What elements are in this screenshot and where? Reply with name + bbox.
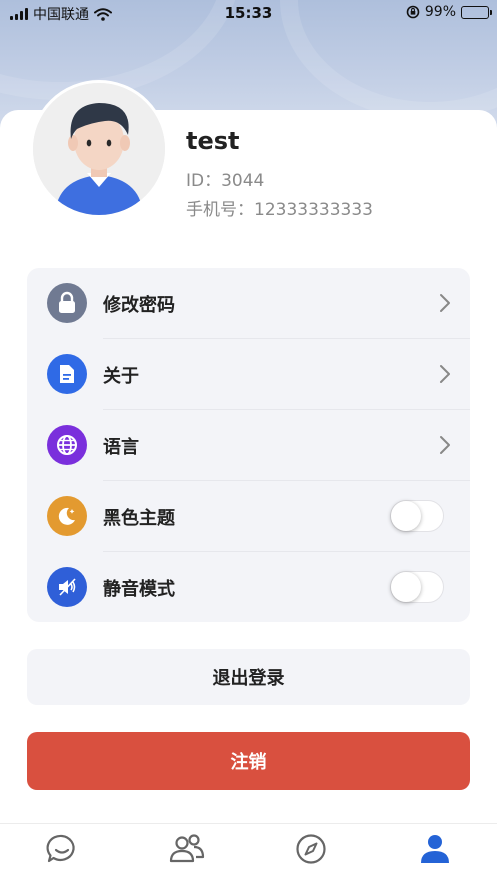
chevron-right-icon — [440, 436, 450, 454]
user-id: ID：3044 — [186, 171, 265, 191]
globe-icon — [47, 425, 87, 465]
contacts-icon — [169, 834, 205, 863]
bottom-tab-bar — [0, 823, 497, 883]
mute-mode-toggle[interactable] — [390, 571, 444, 603]
settings-item-label: 语言 — [103, 436, 139, 458]
delete-account-button[interactable]: 注销 — [27, 732, 470, 790]
dark-theme-toggle[interactable] — [390, 500, 444, 532]
settings-item-dark-theme: 黑色主题 — [27, 481, 470, 552]
status-right: 99% — [406, 4, 492, 20]
compass-icon — [296, 834, 326, 864]
toggle-knob — [391, 501, 421, 531]
settings-item-label: 静音模式 — [103, 578, 175, 600]
tab-profile[interactable] — [418, 832, 452, 866]
settings-item-change-password[interactable]: 修改密码 — [27, 268, 470, 339]
avatar[interactable] — [30, 80, 168, 218]
orientation-lock-icon — [406, 5, 420, 19]
avatar-illustration — [33, 83, 165, 215]
settings-item-label: 关于 — [103, 365, 139, 387]
battery-icon — [461, 5, 492, 19]
document-icon — [47, 354, 87, 394]
settings-item-label: 黑色主题 — [103, 507, 175, 529]
settings-item-language[interactable]: 语言 — [27, 410, 470, 481]
tab-contacts[interactable] — [168, 832, 206, 866]
settings-item-mute-mode: 静音模式 — [27, 552, 470, 622]
status-bar: 中国联通 15:33 99% — [0, 0, 497, 26]
user-name: test — [186, 127, 240, 155]
profile-icon — [421, 835, 449, 863]
mute-icon — [47, 567, 87, 607]
settings-item-label: 修改密码 — [103, 294, 175, 316]
settings-item-about[interactable]: 关于 — [27, 339, 470, 410]
chevron-right-icon — [440, 365, 450, 383]
tab-discover[interactable] — [294, 832, 328, 866]
lock-icon — [47, 283, 87, 323]
user-phone: 手机号：12333333333 — [186, 200, 373, 220]
logout-button[interactable]: 退出登录 — [27, 649, 470, 705]
chevron-right-icon — [440, 294, 450, 312]
chat-icon — [46, 834, 75, 863]
settings-list: 修改密码 关于 语言 黑色主题 静音模式 — [27, 268, 470, 622]
toggle-knob — [391, 572, 421, 602]
moon-icon — [47, 496, 87, 536]
tab-chat[interactable] — [45, 832, 79, 866]
battery-percent: 99% — [424, 4, 456, 20]
